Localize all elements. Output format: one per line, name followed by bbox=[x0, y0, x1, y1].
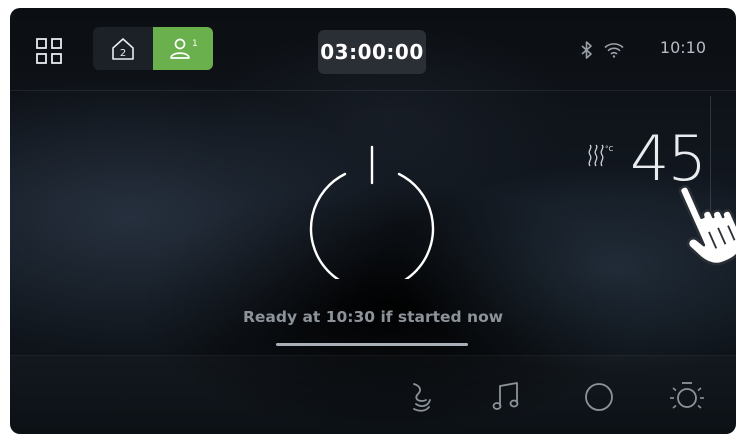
progress-fill bbox=[276, 343, 468, 346]
wifi-icon bbox=[604, 43, 624, 58]
clock: 10:10 bbox=[659, 38, 706, 57]
user-profile-button[interactable]: 1 bbox=[153, 27, 213, 70]
profile-switch: 2 1 bbox=[93, 27, 213, 70]
music-note-icon[interactable] bbox=[488, 378, 526, 416]
light-icon[interactable] bbox=[668, 378, 706, 416]
home-profile-button[interactable]: 2 bbox=[93, 27, 153, 70]
grid-icon bbox=[36, 38, 62, 64]
home-number: 2 bbox=[120, 48, 126, 59]
temperature-unit: °C bbox=[605, 145, 614, 153]
circle-icon[interactable] bbox=[580, 378, 618, 416]
timer-display[interactable]: 03:00:00 bbox=[318, 30, 426, 74]
heat-celsius-icon: °C bbox=[588, 144, 614, 167]
ready-status-text: Ready at 10:30 if started now bbox=[242, 308, 504, 326]
bluetooth-icon bbox=[581, 41, 592, 59]
power-button[interactable] bbox=[306, 143, 438, 291]
user-1-icon: 1 bbox=[170, 38, 198, 59]
hand-pointer-icon bbox=[678, 185, 736, 266]
status-icons bbox=[580, 40, 624, 60]
user-number: 1 bbox=[192, 39, 198, 49]
bottom-bar bbox=[10, 355, 736, 434]
apps-grid-button[interactable] bbox=[36, 38, 62, 64]
fan-swirl-icon[interactable] bbox=[402, 378, 440, 416]
power-icon bbox=[309, 145, 435, 291]
oven-screen: 2 1 03:00:00 10:10 °C 45 Ready at 10:30 … bbox=[10, 8, 736, 434]
top-bar: 2 1 03:00:00 10:10 bbox=[10, 8, 736, 91]
home-2-icon: 2 bbox=[112, 37, 134, 60]
progress-bar bbox=[276, 343, 468, 346]
